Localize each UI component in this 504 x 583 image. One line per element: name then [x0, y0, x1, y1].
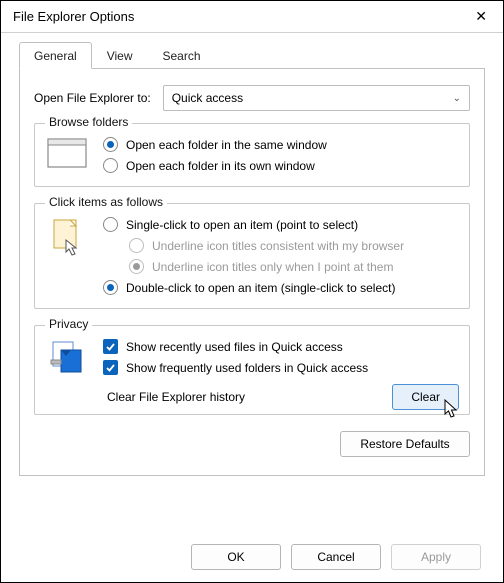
click-items-group: Click items as follows Single-click to o… [34, 203, 470, 309]
radio-icon [129, 238, 144, 253]
radio-double-click[interactable]: Double-click to open an item (single-cli… [103, 277, 459, 298]
tab-search[interactable]: Search [148, 42, 216, 69]
apply-button: Apply [391, 544, 481, 570]
checkbox-label: Show frequently used folders in Quick ac… [126, 361, 368, 375]
checkbox-label: Show recently used files in Quick access [126, 340, 343, 354]
checkbox-recent-files[interactable]: Show recently used files in Quick access [103, 336, 459, 357]
radio-underline-browser: Underline icon titles consistent with my… [103, 235, 459, 256]
radio-icon [103, 158, 118, 173]
clear-button[interactable]: Clear [392, 384, 459, 410]
folder-window-icon [45, 134, 89, 168]
radio-own-window[interactable]: Open each folder in its own window [103, 155, 459, 176]
browse-folders-group: Browse folders Open each folder in the s… [34, 123, 470, 187]
radio-icon [103, 137, 118, 152]
radio-same-window[interactable]: Open each folder in the same window [103, 134, 459, 155]
privacy-group: Privacy Show recently used f [34, 325, 470, 415]
privacy-icon [45, 336, 89, 376]
radio-label: Open each folder in its own window [126, 159, 315, 173]
ok-button[interactable]: OK [191, 544, 281, 570]
window-title: File Explorer Options [13, 9, 134, 24]
tab-panel-general: Open File Explorer to: Quick access ⌄ Br… [19, 69, 485, 476]
checkbox-icon [103, 339, 118, 354]
checkbox-icon [103, 360, 118, 375]
click-items-legend: Click items as follows [45, 195, 167, 209]
radio-label: Single-click to open an item (point to s… [126, 218, 358, 232]
document-click-icon [45, 214, 89, 258]
checkbox-frequent-folders[interactable]: Show frequently used folders in Quick ac… [103, 357, 459, 378]
tab-strip: General View Search [19, 41, 485, 69]
close-icon[interactable]: ✕ [467, 4, 495, 29]
title-bar: File Explorer Options ✕ [1, 1, 503, 33]
open-explorer-to-select[interactable]: Quick access ⌄ [163, 85, 470, 111]
open-explorer-to-value: Quick access [172, 91, 243, 105]
cancel-button[interactable]: Cancel [291, 544, 381, 570]
radio-icon [103, 217, 118, 232]
restore-defaults-button[interactable]: Restore Defaults [340, 431, 470, 457]
privacy-legend: Privacy [45, 317, 92, 331]
open-explorer-to-label: Open File Explorer to: [34, 91, 151, 105]
clear-history-label: Clear File Explorer history [107, 390, 245, 404]
radio-label: Underline icon titles consistent with my… [152, 239, 404, 253]
radio-single-click[interactable]: Single-click to open an item (point to s… [103, 214, 459, 235]
tab-view[interactable]: View [92, 42, 148, 69]
content-area: General View Search Open File Explorer t… [1, 33, 503, 476]
dialog-buttons: OK Cancel Apply [191, 544, 481, 570]
radio-icon [129, 259, 144, 274]
tab-general[interactable]: General [19, 42, 92, 69]
radio-label: Double-click to open an item (single-cli… [126, 281, 395, 295]
radio-label: Open each folder in the same window [126, 138, 327, 152]
radio-underline-point: Underline icon titles only when I point … [103, 256, 459, 277]
radio-icon [103, 280, 118, 295]
browse-folders-legend: Browse folders [45, 115, 132, 129]
radio-label: Underline icon titles only when I point … [152, 260, 393, 274]
chevron-down-icon: ⌄ [453, 93, 461, 104]
